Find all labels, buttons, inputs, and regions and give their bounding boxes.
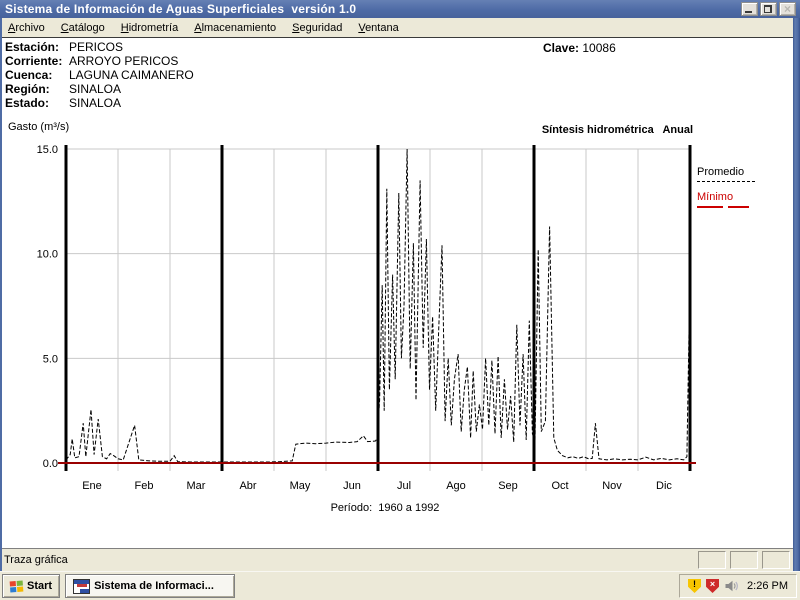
x-tick-label-nov: Nov — [602, 480, 622, 492]
info-value-region: SINALOA — [69, 82, 121, 96]
clock: 2:26 PM — [743, 580, 788, 592]
station-info: Estación:PERICOSCorriente:ARROYO PERICOS… — [5, 40, 194, 110]
client-area: Estación:PERICOSCorriente:ARROYO PERICOS… — [0, 37, 800, 548]
y-tick-label: 0.0 — [43, 458, 58, 470]
hydrograph-chart: 15.0 10.0 5.0 0.0 Ene Feb Mar Abr May Jun Jul Ago Se… — [0, 131, 800, 521]
desktop: Sistema de Información de Aguas Superfic… — [0, 0, 800, 600]
legend-item-promedio: Promedio — [697, 166, 755, 182]
y-tick-label: 15.0 — [37, 144, 58, 156]
x-tick-label-dic: Dic — [656, 480, 672, 492]
info-label-corriente: Corriente: — [5, 54, 69, 68]
start-button[interactable]: Start — [2, 574, 60, 598]
menu-bar: ArchivoCatálogoHidrometríaAlmacenamiento… — [0, 18, 800, 37]
status-bar: Traza gráfica — [0, 548, 800, 571]
legend-promedio-label: Promedio — [697, 166, 755, 179]
security-error-shield-icon[interactable]: × — [706, 579, 719, 593]
info-label-region: Región: — [5, 82, 69, 96]
menu-item-hidrometria[interactable]: Hidrometría — [113, 20, 186, 36]
info-label-estacion: Estación: — [5, 40, 69, 54]
status-panel — [762, 551, 790, 569]
info-value-cuenca: LAGUNA CAIMANERO — [69, 68, 194, 82]
legend-item-minimo: Mínimo — [697, 191, 755, 208]
status-panel — [698, 551, 726, 569]
restore-icon — [764, 5, 772, 13]
legend-promedio-line-sample — [697, 181, 755, 182]
security-warning-shield-icon[interactable]: ! — [688, 579, 701, 593]
menu-item-seguridad[interactable]: Seguridad — [284, 20, 350, 36]
x-tick-label-jun: Jun — [343, 480, 361, 492]
minimize-icon — [745, 11, 752, 13]
window-controls: × — [741, 2, 800, 16]
y-tick-label: 5.0 — [43, 353, 58, 365]
x-tick-label-feb: Feb — [135, 480, 154, 492]
close-button[interactable]: × — [779, 2, 796, 16]
x-tick-label-ene: Ene — [82, 480, 102, 492]
info-row-estado: Estado:SINALOA — [5, 96, 194, 110]
close-icon: × — [780, 3, 795, 15]
info-row-corriente: Corriente:ARROYO PERICOS — [5, 54, 194, 68]
volume-icon[interactable] — [724, 579, 738, 593]
x-tick-label-sep: Sep — [498, 480, 518, 492]
info-value-estacion: PERICOS — [69, 40, 123, 54]
window-title: Sistema de Información de Aguas Superfic… — [0, 2, 356, 16]
taskbar: Start Sistema de Informaci... ! × 2:26 P… — [0, 571, 800, 600]
restore-button[interactable] — [760, 2, 777, 16]
status-text: Traza gráfica — [0, 554, 68, 566]
legend-minimo-line-sample — [697, 206, 751, 208]
menu-item-catalogo[interactable]: Catálogo — [53, 20, 113, 36]
status-panel — [730, 551, 758, 569]
x-tick-label-may: May — [290, 480, 311, 492]
x-tick-label-oct: Oct — [551, 480, 568, 492]
window-border-right — [793, 18, 800, 571]
info-value-estado: SINALOA — [69, 96, 121, 110]
chart-period-caption: Período: 1960 a 1992 — [0, 502, 770, 514]
taskbar-app-button[interactable]: Sistema de Informaci... — [65, 574, 235, 598]
minimize-button[interactable] — [741, 2, 758, 16]
status-bar-panels — [698, 551, 800, 569]
x-tick-label-ago: Ago — [446, 480, 466, 492]
app-icon — [73, 579, 90, 594]
menu-item-almacenamiento[interactable]: Almacenamiento — [186, 20, 284, 36]
windows-logo-icon — [10, 580, 24, 592]
info-row-cuenca: Cuenca:LAGUNA CAIMANERO — [5, 68, 194, 82]
clave-label: Clave: — [543, 41, 579, 55]
start-button-label: Start — [27, 580, 52, 592]
legend-minimo-label: Mínimo — [697, 191, 755, 204]
info-label-estado: Estado: — [5, 96, 69, 110]
info-row-region: Región:SINALOA — [5, 82, 194, 96]
title-bar: Sistema de Información de Aguas Superfic… — [0, 0, 800, 18]
menu-item-archivo[interactable]: Archivo — [0, 20, 53, 36]
info-value-corriente: ARROYO PERICOS — [69, 54, 178, 68]
system-tray: ! × 2:26 PM — [679, 574, 797, 598]
x-tick-label-mar: Mar — [187, 480, 206, 492]
menu-item-ventana[interactable]: Ventana — [350, 20, 406, 36]
x-tick-label-jul: Jul — [397, 480, 411, 492]
clave-value: 10086 — [582, 41, 615, 55]
taskbar-app-label: Sistema de Informaci... — [94, 580, 214, 592]
info-label-cuenca: Cuenca: — [5, 68, 69, 82]
chart-legend: Promedio Mínimo — [697, 166, 755, 208]
window-border-left — [0, 18, 2, 571]
y-tick-label: 10.0 — [37, 249, 58, 261]
clave-field: Clave: 10086 — [543, 41, 616, 55]
info-row-estacion: Estación:PERICOS — [5, 40, 194, 54]
x-tick-label-abr: Abr — [239, 480, 256, 492]
